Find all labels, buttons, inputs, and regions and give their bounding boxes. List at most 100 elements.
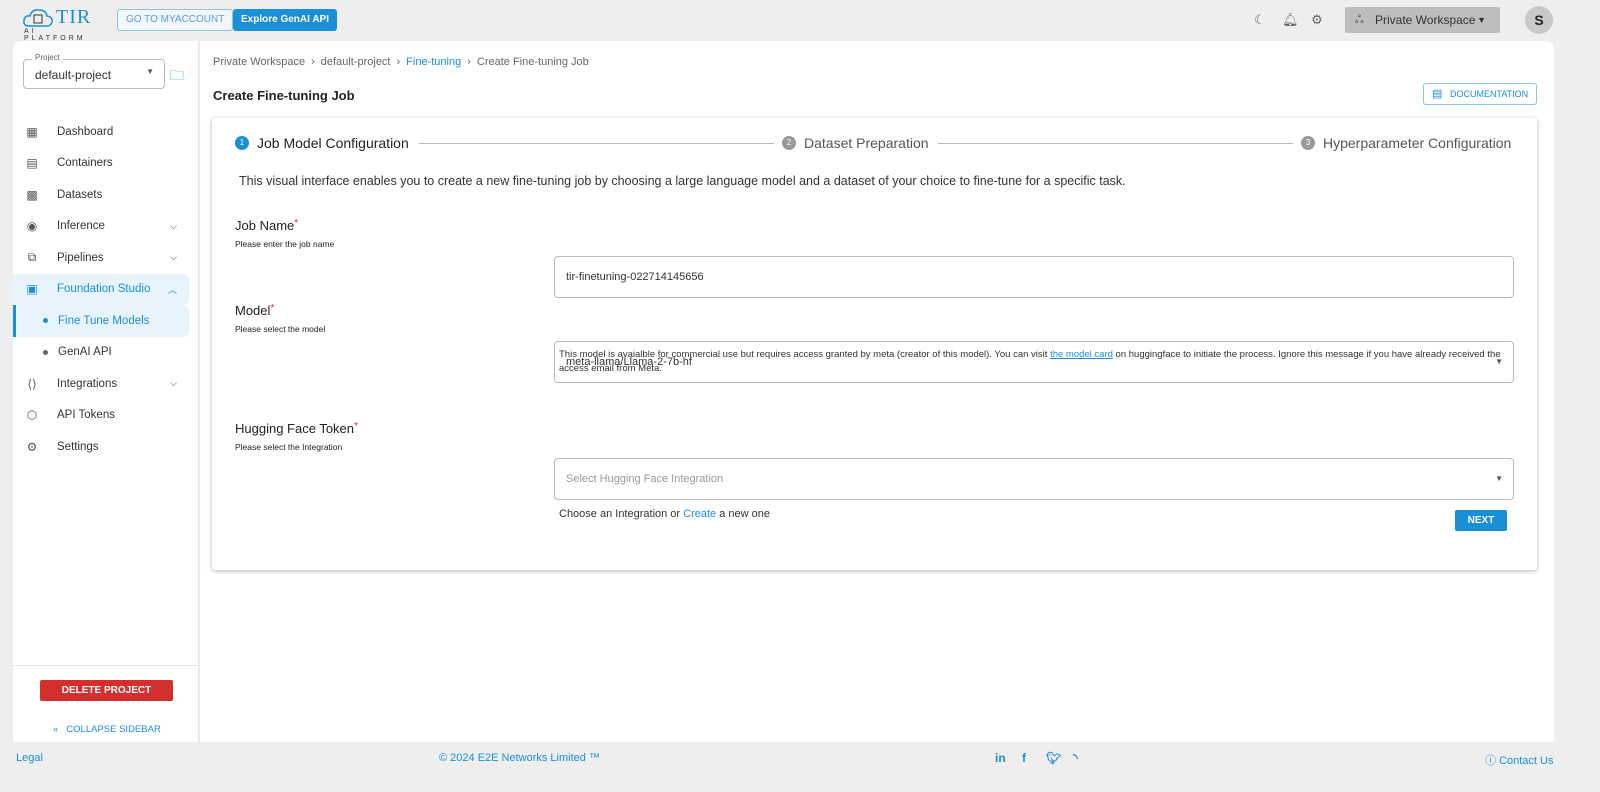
datasets-icon: ▩: [26, 187, 38, 202]
job-name-label: Job Name*: [235, 218, 298, 233]
facebook-icon[interactable]: f: [1022, 751, 1026, 765]
sidebar-divider: [13, 665, 199, 666]
choose-text: Choose an Integration or: [559, 508, 684, 520]
tir-logo[interactable]: TIR AI PLATFORM: [22, 6, 98, 42]
label-text: Job Name: [235, 218, 295, 233]
documentation-button[interactable]: ▤ DOCUMENTATION: [1423, 83, 1537, 105]
footer: Legal © 2024 E2E Networks Limited ™ in f…: [0, 742, 1600, 776]
sidebar-item-label: Foundation Studio: [57, 283, 151, 296]
project-value: default-project: [35, 68, 112, 82]
label-text: Hugging Face Token: [235, 421, 355, 436]
linkedin-icon[interactable]: in: [995, 751, 1006, 765]
hf-token-hint: Please select the Integration: [235, 442, 343, 452]
step-label: Dataset Preparation: [804, 135, 929, 151]
legal-link[interactable]: Legal: [16, 752, 43, 764]
label-text: Model: [235, 303, 271, 318]
sidebar-item-pipelines[interactable]: ⧉ Pipelines ⌵: [13, 242, 199, 274]
sidebar-item-label: GenAI API: [58, 346, 112, 359]
required-mark: *: [354, 421, 358, 432]
chevron-down-icon: ⌵: [170, 220, 177, 231]
sidebar-item-label: Dashboard: [57, 125, 114, 138]
documentation-label: DOCUMENTATION: [1450, 89, 1529, 99]
dark-mode-moon-icon[interactable]: ☾: [1253, 13, 1267, 27]
sidebar-item-label: Fine Tune Models: [58, 314, 150, 327]
model-card-link[interactable]: the model card: [1050, 349, 1113, 360]
breadcrumb-fine-tuning[interactable]: Fine-tuning: [406, 56, 461, 68]
top-bar: TIR AI PLATFORM GO TO MYACCOUNT Explore …: [0, 0, 1600, 42]
required-mark: *: [294, 218, 299, 229]
help-icon: ⓘ: [1485, 755, 1500, 767]
dashboard-icon: ▦: [26, 124, 38, 139]
document-icon: ▤: [26, 156, 38, 171]
sidebar-item-datasets[interactable]: ▩ Datasets: [13, 179, 199, 211]
collapse-sidebar-label: COLLAPSE SIDEBAR: [66, 724, 161, 735]
cloud-icon: [23, 9, 53, 27]
bullet-icon: [43, 349, 48, 355]
model-access-note: This model is avaialble for commercial u…: [559, 348, 1519, 376]
user-avatar[interactable]: S: [1525, 6, 1553, 34]
step-connector: [419, 143, 774, 144]
sidebar-item-label: Integrations: [57, 377, 118, 390]
sidebar-item-api-tokens[interactable]: ⬡ API Tokens: [13, 400, 199, 432]
caret-down-icon: ▼: [1477, 15, 1486, 25]
step-label: Hyperparameter Configuration: [1323, 135, 1512, 151]
step-job-model-configuration[interactable]: 1 Job Model Configuration: [235, 135, 409, 151]
next-button[interactable]: NEXT: [1455, 510, 1507, 531]
chevron-up-icon: ︿: [167, 284, 177, 295]
code-icon: ⟨⟩: [27, 376, 37, 391]
workspace-icon: ஃ: [1355, 14, 1364, 26]
foundation-studio-icon: ▣: [26, 282, 38, 297]
create-integration-link[interactable]: Create: [683, 508, 716, 520]
step-dataset-preparation[interactable]: 2 Dataset Preparation: [782, 135, 929, 151]
breadcrumb-current: Create Fine-tuning Job: [476, 56, 589, 68]
sidebar-item-integrations[interactable]: ⟨⟩ Integrations ⌵: [13, 368, 199, 400]
sidebar-item-genai-api[interactable]: GenAI API: [13, 337, 199, 369]
sidebar-item-settings[interactable]: ⚙ Settings: [13, 431, 199, 463]
twitter-icon[interactable]: 🐦︎: [1046, 751, 1061, 765]
step-hyperparameter-configuration[interactable]: 3 Hyperparameter Configuration: [1301, 135, 1511, 151]
job-name-hint: Please enter the job name: [235, 239, 335, 249]
delete-project-button[interactable]: DELETE PROJECT: [40, 680, 173, 701]
project-label: Project: [32, 53, 63, 62]
add-folder-icon[interactable]: 🗀︎: [170, 65, 184, 89]
sidebar-item-label: Pipelines: [57, 251, 104, 264]
page-title: Create Fine-tuning Job: [213, 88, 355, 103]
model-label: Model*: [235, 303, 274, 318]
logo-text: TIR: [56, 6, 92, 28]
rss-icon[interactable]: ◝: [1073, 751, 1078, 765]
job-name-input[interactable]: tir-finetuning-022714145656: [554, 256, 1514, 298]
step-number: 3: [1301, 136, 1315, 150]
copyright-text: © 2024 E2E Networks Limited ™: [439, 752, 600, 764]
notifications-bell-icon[interactable]: 🔔︎: [1282, 13, 1299, 27]
workspace-selector[interactable]: ஃ Private Workspace ▼: [1345, 7, 1500, 33]
collapse-sidebar-button[interactable]: « COLLAPSE SIDEBAR: [53, 724, 161, 735]
breadcrumb-project[interactable]: default-project: [321, 56, 391, 68]
sidebar-item-containers[interactable]: ▤ Containers: [13, 148, 199, 180]
hf-placeholder: Select Hugging Face Integration: [566, 473, 724, 485]
sidebar-item-label: Containers: [57, 157, 113, 170]
hf-integration-select[interactable]: Select Hugging Face Integration ▼: [554, 458, 1514, 500]
explore-genai-api-button[interactable]: Explore GenAI API: [233, 9, 337, 31]
sidebar: Project default-project ▼ 🗀︎ ▦ Dashboard …: [13, 41, 199, 742]
settings-gear-icon[interactable]: ⚙: [1310, 13, 1324, 27]
choose-text: a new one: [716, 508, 770, 520]
sidebar-nav: ▦ Dashboard ▤ Containers ▩ Datasets ◉ Infere…: [13, 116, 199, 463]
sidebar-item-label: Datasets: [57, 188, 103, 201]
sidebar-item-dashboard[interactable]: ▦ Dashboard: [13, 116, 199, 148]
breadcrumb: Private Workspace › default-project › Fine-t…: [213, 56, 589, 68]
sidebar-item-inference[interactable]: ◉ Inference ⌵: [13, 211, 199, 243]
choose-integration-text: Choose an Integration or Create a new on…: [559, 508, 770, 520]
project-select[interactable]: Project default-project ▼: [23, 53, 165, 89]
sidebar-item-fine-tune-models[interactable]: Fine Tune Models: [13, 305, 189, 337]
step-label: Job Model Configuration: [257, 135, 409, 151]
breadcrumb-workspace[interactable]: Private Workspace: [213, 56, 305, 68]
hf-token-label: Hugging Face Token*: [235, 421, 358, 436]
pipelines-icon: ⧉: [27, 250, 37, 265]
go-to-myaccount-button[interactable]: GO TO MYACCOUNT: [117, 9, 234, 31]
contact-us-link[interactable]: ⓘ Contact Us: [1485, 752, 1553, 768]
gear-icon: ⚙: [26, 439, 38, 454]
step-number: 2: [782, 136, 796, 150]
sidebar-item-foundation-studio[interactable]: ▣ Foundation Studio ︿: [13, 273, 189, 305]
sidebar-item-label: API Tokens: [57, 409, 115, 422]
double-chevron-left-icon: «: [53, 724, 59, 735]
